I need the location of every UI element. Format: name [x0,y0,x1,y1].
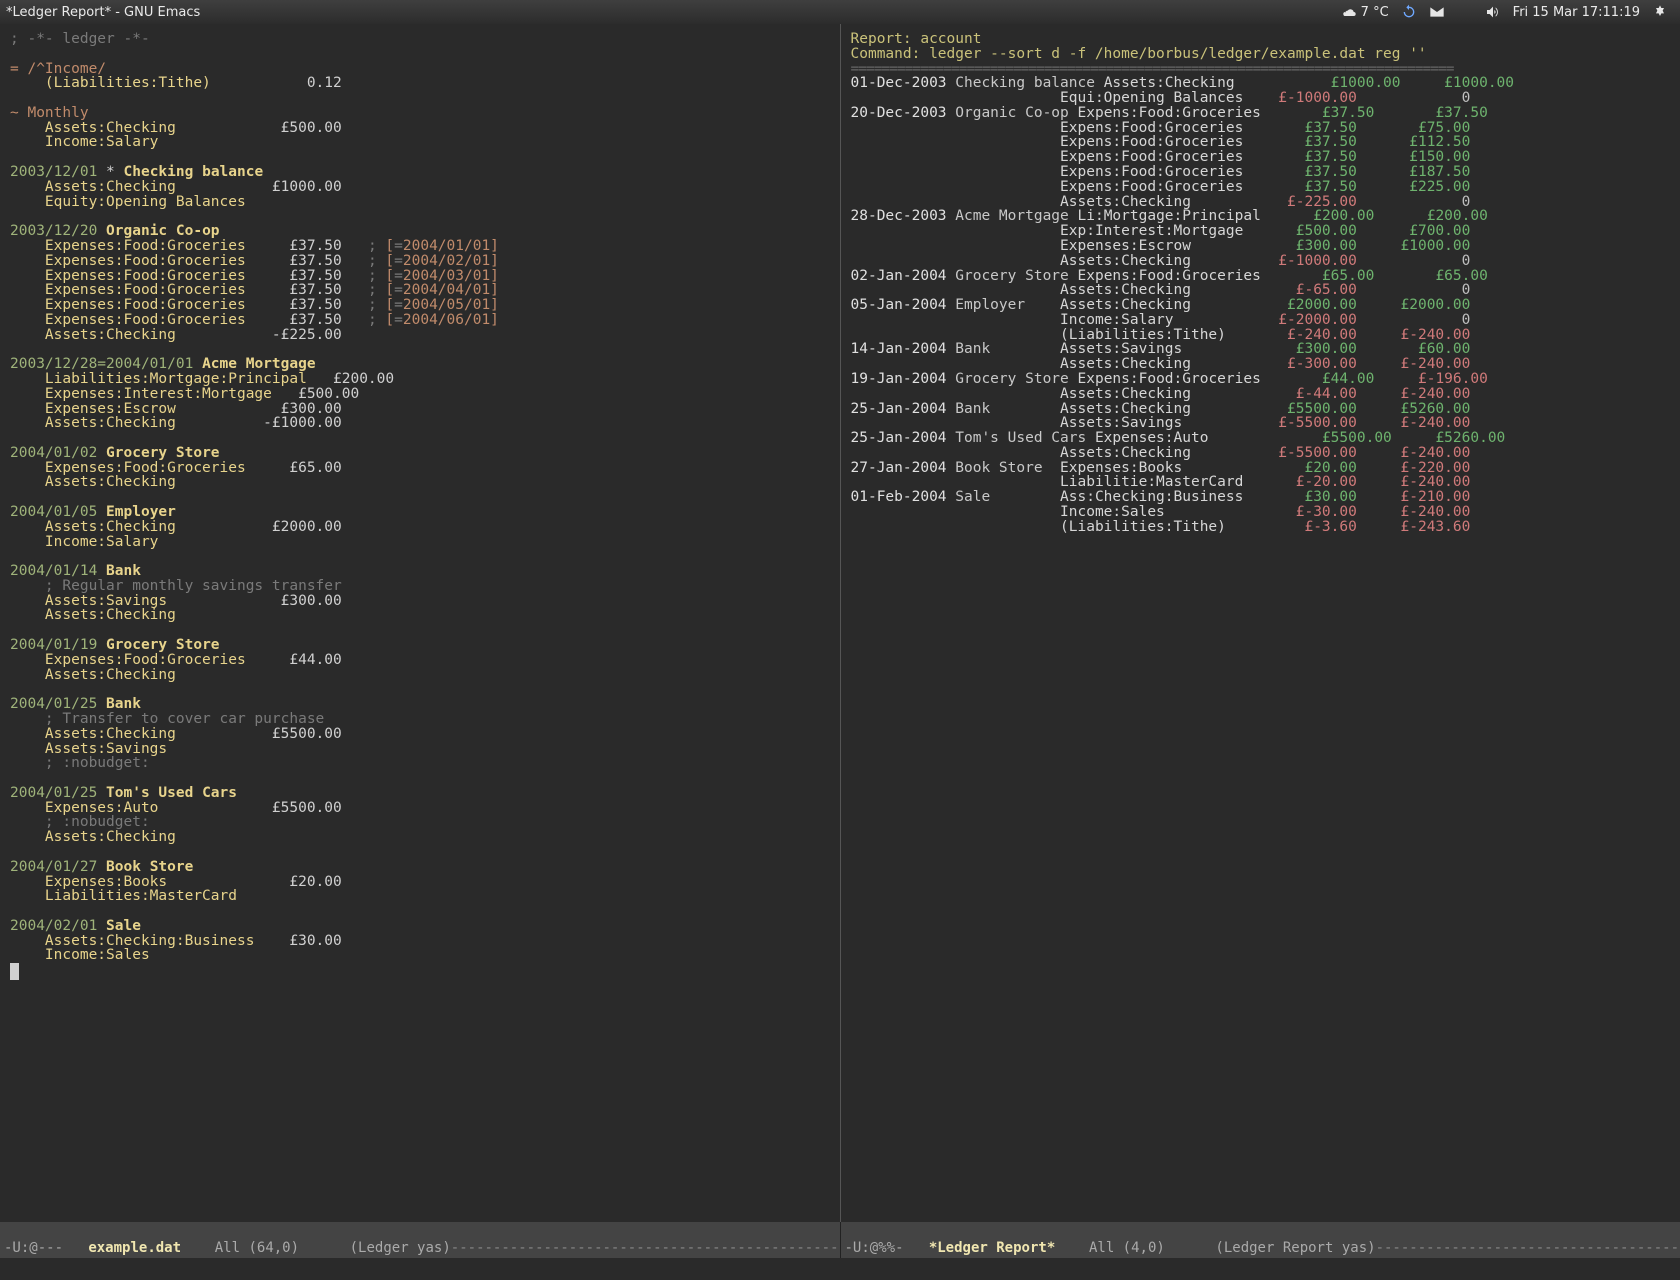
clock-text[interactable]: Fri 15 Mar 17:11:19 [1513,5,1640,20]
network-icon[interactable] [1457,4,1473,20]
modeline-row: -U:@--- example.dat All (64,0) (Ledger y… [0,1222,1680,1258]
minibuffer[interactable] [0,1258,1680,1280]
mail-icon[interactable] [1429,4,1445,20]
volume-icon[interactable] [1485,4,1501,20]
ledger-source-pane[interactable]: ; -*- ledger -*- = /^Income/ (Liabilitie… [0,24,841,1222]
modeline-left[interactable]: -U:@--- example.dat All (64,0) (Ledger y… [0,1222,840,1258]
modeline-right[interactable]: -U:@%%- *Ledger Report* All (4,0) (Ledge… [840,1222,1680,1258]
weather-icon [1341,4,1357,20]
ledger-report-pane[interactable]: Report: account Command: ledger --sort d… [841,24,1680,1222]
refresh-icon[interactable] [1401,4,1417,20]
weather-indicator[interactable]: 7 °C [1341,4,1389,20]
window-titlebar: *Ledger Report* - GNU Emacs 7 °C Fri 15 … [0,0,1680,24]
window-title: *Ledger Report* - GNU Emacs [6,5,200,20]
power-icon[interactable] [1652,4,1668,20]
weather-text: 7 °C [1361,5,1389,20]
